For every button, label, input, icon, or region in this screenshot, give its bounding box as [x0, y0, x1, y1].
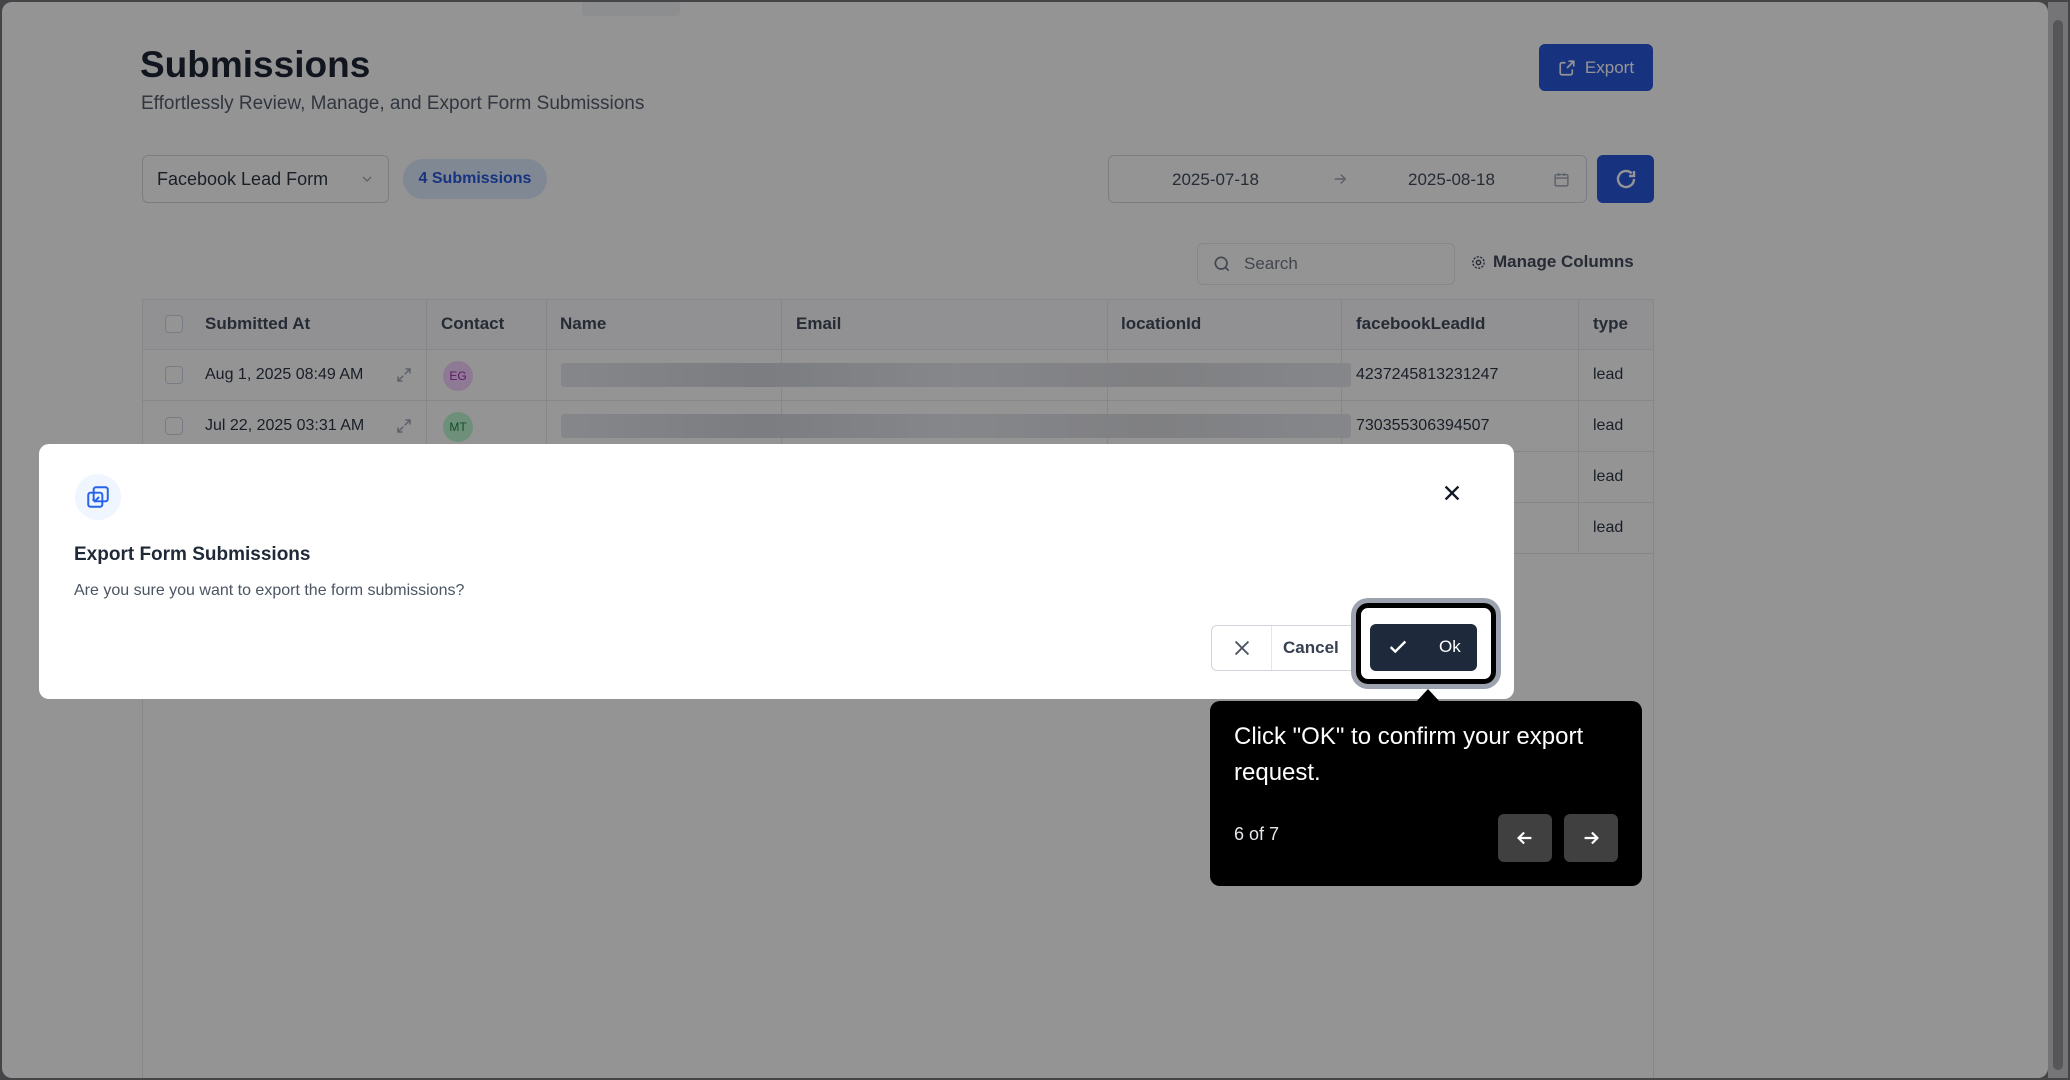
close-icon[interactable]: [1441, 482, 1463, 504]
tour-next-button[interactable]: [1564, 814, 1618, 862]
arrow-right-icon: [1584, 831, 1599, 845]
copy-icon: [87, 486, 109, 508]
tour-prev-button[interactable]: [1498, 814, 1552, 862]
arrow-left-icon: [1517, 831, 1532, 845]
cancel-button[interactable]: Cancel: [1211, 625, 1358, 671]
dialog-message: Are you sure you want to export the form…: [74, 582, 465, 599]
dialog-title: Export Form Submissions: [74, 544, 311, 565]
export-confirm-dialog: Export Form Submissions Are you sure you…: [39, 444, 1514, 699]
tour-step-counter: 6 of 7: [1234, 824, 1280, 844]
cancel-icon-wrap: [1212, 626, 1272, 670]
tour-tooltip: Click "OK" to confirm your export reques…: [1210, 701, 1642, 886]
tour-highlight-ring: [1356, 603, 1496, 684]
cancel-button-label: Cancel: [1283, 638, 1339, 657]
close-icon: [1234, 640, 1249, 656]
tour-tooltip-text: Click "OK" to confirm your export reques…: [1234, 723, 1584, 786]
dialog-icon-badge: [75, 474, 121, 520]
